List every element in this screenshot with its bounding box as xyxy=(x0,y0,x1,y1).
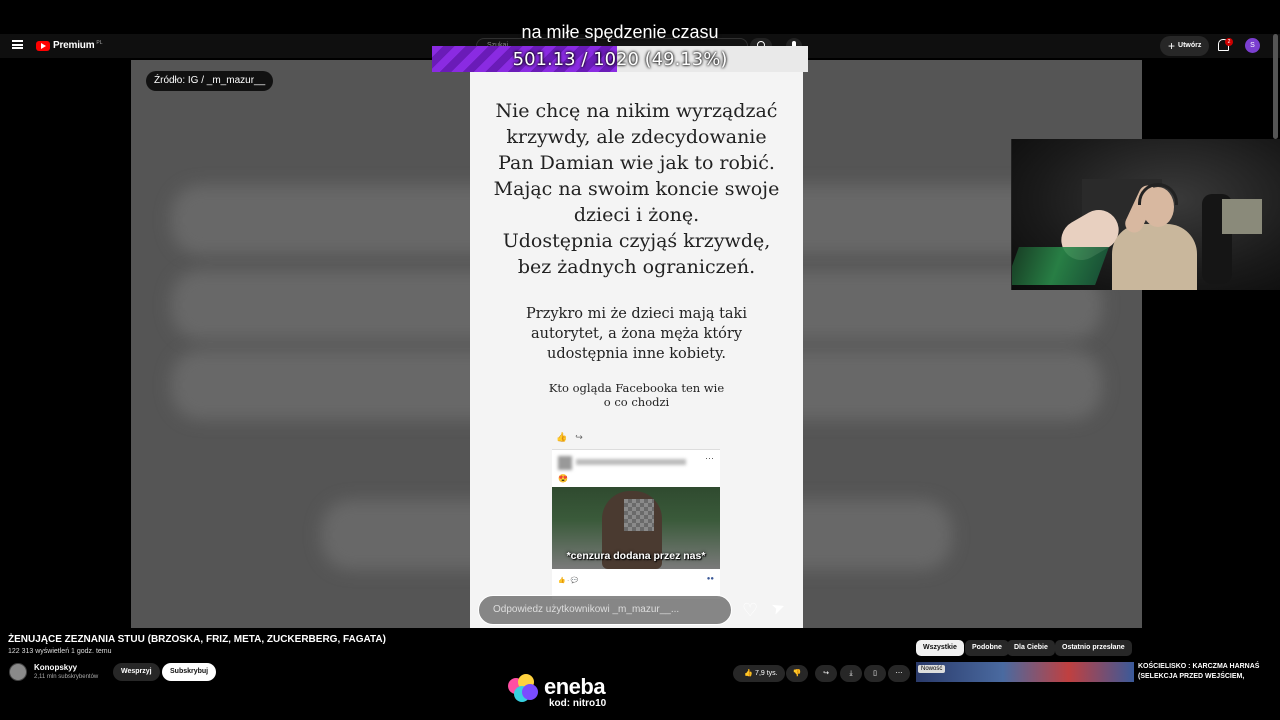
stream-caption: na miłe spędzenie czasu xyxy=(521,22,719,42)
like-button[interactable]: 👍 7,9 tys. xyxy=(733,665,785,682)
like-count: 7,9 tys. xyxy=(755,670,778,677)
support-button[interactable]: Wesprzyj xyxy=(113,663,160,681)
pixelated-face xyxy=(624,499,654,531)
more-dots-icon: ⋯ xyxy=(705,453,714,463)
facebook-post-screenshot: ⋯ 😍 *cenzura dodana przez nas* 👍 · 💬 ●● xyxy=(552,449,720,599)
webcam-box xyxy=(1222,199,1262,234)
story-headline: Nie chcę na nikim wyrządzać krzywdy, ale… xyxy=(470,98,803,280)
reply-input[interactable]: Odpowiedz użytkownikowi _m_mazur__... xyxy=(478,595,732,625)
reactions-icon: 👍 · 💬 xyxy=(558,578,579,584)
streamer-webcam xyxy=(1011,139,1280,290)
goal-progress-text: 501.13 / 1020 (49.13%) xyxy=(512,49,728,70)
more-icon[interactable]: ⋯ xyxy=(888,665,910,682)
download-icon[interactable]: ⤓ xyxy=(840,665,862,682)
story-headline-line: dzieci i żonę. xyxy=(573,204,700,226)
eneba-logo-icon xyxy=(508,674,540,704)
share-icon: ↪ xyxy=(575,432,583,442)
chip-for-you[interactable]: Dla Ciebie xyxy=(1007,640,1055,656)
chip-recently-uploaded[interactable]: Ostatnio przesłane xyxy=(1055,640,1132,656)
sponsor-code: kod: nitro10 xyxy=(549,698,607,709)
new-badge: Nowość xyxy=(918,665,946,673)
channel-subscribers: 2,11 mln subskrybentów xyxy=(34,674,99,680)
reaction-emojis-icon: ●● xyxy=(706,576,714,582)
goal-progress-bar: 501.13 / 1020 (49.13%) xyxy=(432,46,808,72)
page-scrollbar[interactable] xyxy=(1273,34,1278,139)
bookmark-icon[interactable]: ▯ xyxy=(864,665,886,682)
story-headline-line: Mając na swoim koncie swoje xyxy=(493,178,780,200)
sponsor-overlay: eneba kod: nitro10 xyxy=(508,672,618,712)
source-badge: Źródło: IG / _m_mazur__ xyxy=(146,71,274,91)
story-headline-line: Pan Damian wie jak to robić. xyxy=(498,152,775,174)
story-smalltext: Kto ogląda Facebooka ten wie o co chodzi xyxy=(470,381,803,409)
emoji-icon: 😍 xyxy=(558,474,568,483)
post-action-icons: 👍 ↪ xyxy=(556,432,583,443)
censor-caption: *cenzura dodana przez nas* xyxy=(566,550,706,562)
avatar[interactable]: S xyxy=(1245,38,1260,53)
chip-related[interactable]: Podobne xyxy=(965,640,1009,656)
video-title: ŻENUJĄCE ZEZNANIA STUU (BRZOSKA, FRIZ, M… xyxy=(8,634,386,645)
video-meta: 122 313 wyświetleń 1 godz. temu xyxy=(8,648,112,655)
blurred-avatar xyxy=(558,456,572,470)
keyboard-rgb xyxy=(1012,247,1109,285)
channel-avatar[interactable] xyxy=(9,663,27,681)
story-smalltext-line: o co chodzi xyxy=(603,395,670,409)
sponsor-name: eneba xyxy=(544,674,606,699)
story-headline-line: Nie chcę na nikim wyrządzać xyxy=(495,100,778,122)
video-player[interactable]: Źródło: IG / _m_mazur__ Nie chcę na niki… xyxy=(131,60,1142,628)
story-subtext-line: Przykro mi że dzieci mają taki xyxy=(526,306,747,322)
webcam-body xyxy=(1112,224,1197,290)
send-icon[interactable]: ➤ xyxy=(769,598,788,619)
blurred-name xyxy=(576,459,686,465)
subscribe-button[interactable]: Subskrybuj xyxy=(162,663,217,681)
thumbs-up-icon: 👍 xyxy=(744,670,756,677)
thumbs-up-icon: 👍 xyxy=(556,432,568,442)
stream-screen: Premium PL Szukaj + Utwórz 2 S na miłe s… xyxy=(0,0,1280,720)
story-headline-line: krzywdy, ale zdecydowanie xyxy=(506,126,767,148)
story-headline-line: Udostępnia czyjąś krzywdę, xyxy=(502,230,771,252)
instagram-story: Nie chcę na nikim wyrządzać krzywdy, ale… xyxy=(470,60,803,628)
recommendation-thumbnail[interactable] xyxy=(916,662,1134,682)
story-subtext-line: udostępnia inne kobiety. xyxy=(547,346,726,362)
chip-all[interactable]: Wszystkie xyxy=(916,640,964,656)
story-subtext: Przykro mi że dzieci mają taki autorytet… xyxy=(470,304,803,364)
share-icon[interactable]: ↪ xyxy=(815,665,837,682)
channel-name[interactable]: Konopskyy xyxy=(34,663,77,672)
dislike-icon[interactable]: 👎 xyxy=(786,665,808,682)
heart-icon[interactable]: ♡ xyxy=(742,601,758,619)
story-subtext-line: autorytet, a żona męża który xyxy=(530,326,743,342)
story-smalltext-line: Kto ogląda Facebooka ten wie xyxy=(548,381,725,395)
story-headline-line: bez żadnych ograniczeń. xyxy=(517,256,756,278)
stream-bottom-bar xyxy=(0,682,1280,720)
